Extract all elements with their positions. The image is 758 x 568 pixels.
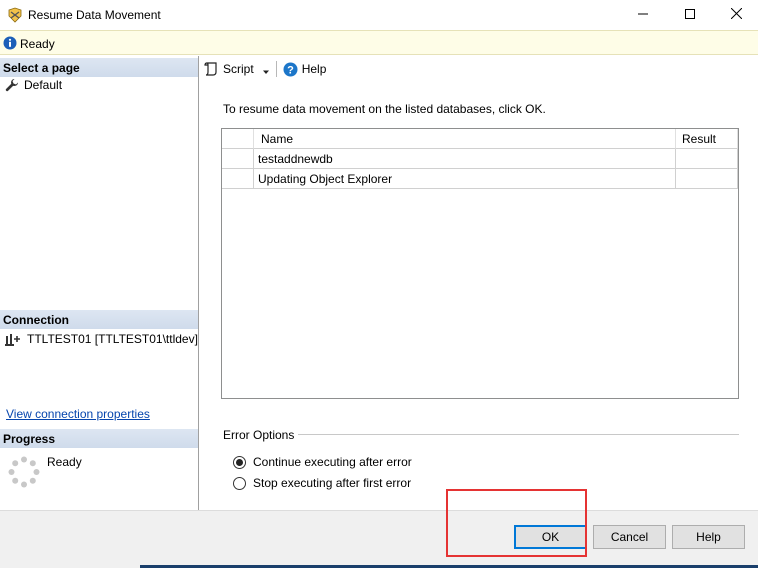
info-icon — [3, 36, 17, 50]
grid-header-result[interactable]: Result — [676, 129, 738, 149]
script-dropdown-arrow[interactable] — [262, 65, 270, 74]
svg-text:?: ? — [287, 64, 294, 76]
grid-cell-name: Updating Object Explorer — [254, 169, 676, 189]
connection-header: Connection — [0, 310, 198, 329]
select-page-header: Select a page — [0, 58, 198, 77]
page-item-default[interactable]: Default — [5, 77, 62, 93]
grid-cell-result — [676, 169, 738, 189]
title-bar: Resume Data Movement — [0, 0, 758, 30]
progress-spinner-icon — [8, 456, 40, 488]
toolbar: Script ? Help — [200, 58, 326, 80]
instruction-text: To resume data movement on the listed da… — [223, 102, 546, 116]
grid-header-name[interactable]: Name — [254, 129, 676, 149]
server-connection-icon — [5, 332, 21, 346]
help-icon: ? — [283, 62, 298, 77]
window-title: Resume Data Movement — [28, 8, 161, 22]
toolbar-separator — [275, 61, 277, 77]
script-icon — [203, 61, 219, 77]
maximize-button[interactable] — [667, 0, 713, 30]
status-text: Ready — [20, 37, 55, 51]
close-button[interactable] — [713, 0, 758, 30]
continue-on-error-radio[interactable] — [233, 455, 246, 469]
status-bar: Ready — [0, 30, 758, 55]
row-selector-cell[interactable] — [222, 169, 254, 189]
page-item-default-label: Default — [24, 78, 63, 92]
progress-status-text: Ready — [47, 455, 82, 469]
cancel-button[interactable]: Cancel — [593, 525, 666, 549]
grid-header-row: Name Result — [222, 129, 738, 149]
ssms-app-icon — [7, 7, 23, 23]
table-row[interactable]: Updating Object Explorer — [222, 169, 738, 189]
pane-divider — [198, 56, 199, 510]
row-selector-cell[interactable] — [222, 149, 254, 169]
stop-on-error-label: Stop executing after first error — [253, 476, 412, 490]
minimize-button[interactable] — [620, 0, 666, 30]
continue-on-error-option[interactable]: Continue executing after error — [233, 454, 412, 470]
table-row[interactable]: testaddnewdb — [222, 149, 738, 169]
toolbar-help-button[interactable]: ? Help — [283, 62, 327, 77]
view-connection-properties-link[interactable]: View connection properties — [6, 407, 150, 421]
error-options-divider — [289, 434, 739, 435]
results-grid[interactable]: Name Result testaddnewdb Updating Object… — [221, 128, 739, 399]
grid-header-cell — [222, 129, 254, 149]
minimize-icon — [638, 8, 648, 22]
connection-label: TTLTEST01 [TTLTEST01\ttldev] — [27, 332, 198, 346]
grid-cell-name: testaddnewdb — [254, 149, 676, 169]
stop-on-error-option[interactable]: Stop executing after first error — [233, 475, 411, 491]
grid-cell-result — [676, 149, 738, 169]
wrench-icon — [5, 78, 19, 92]
connection-item: TTLTEST01 [TTLTEST01\ttldev] — [5, 331, 198, 347]
progress-header: Progress — [0, 429, 198, 448]
script-button-label: Script — [223, 62, 254, 76]
continue-on-error-label: Continue executing after error — [253, 455, 412, 469]
toolbar-help-label: Help — [301, 62, 327, 76]
close-icon — [730, 7, 742, 22]
stop-on-error-radio[interactable] — [233, 476, 246, 490]
script-button[interactable]: Script — [200, 61, 254, 77]
ok-highlight-annotation — [446, 489, 587, 557]
maximize-icon — [685, 8, 695, 22]
help-button[interactable]: Help — [672, 525, 745, 549]
error-options-label: Error Options — [223, 428, 299, 442]
